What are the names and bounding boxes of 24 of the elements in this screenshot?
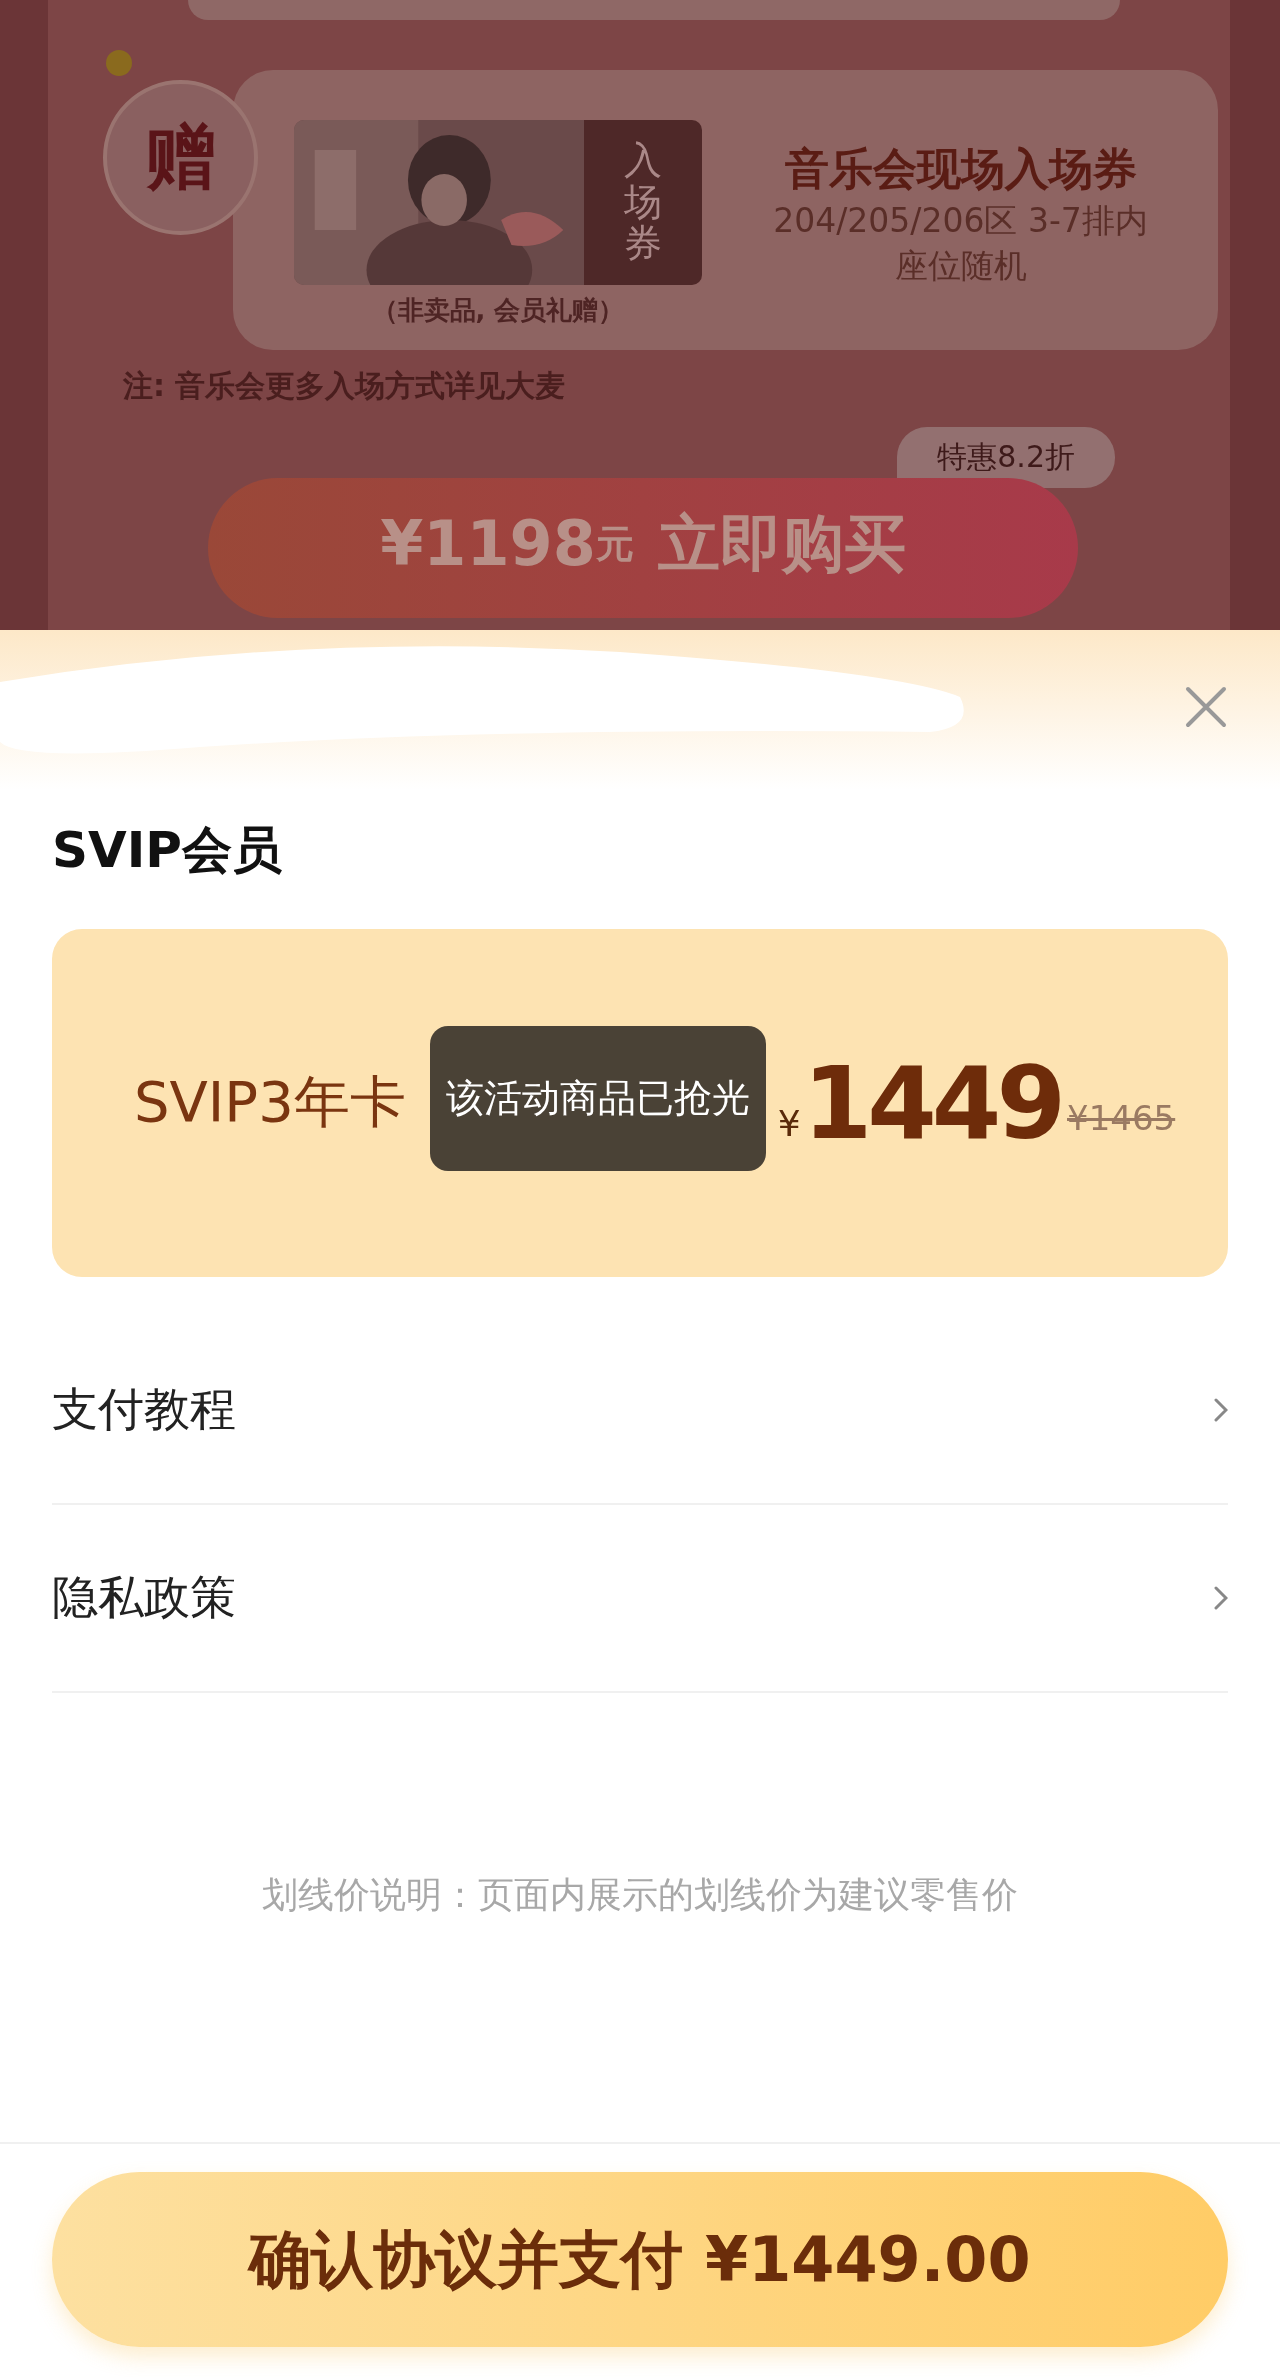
chevron-icon (1214, 1398, 1228, 1422)
plan-name: SVIP3年卡 (134, 1068, 406, 1136)
menu-row[interactable]: 隐私政策 (52, 1505, 1228, 1693)
discount-badge: 特惠8.2折 (897, 427, 1115, 488)
menu-row[interactable]: 支付教程 (52, 1317, 1228, 1505)
plan-price: 1449 (802, 1044, 1061, 1162)
ticket-stub: 入场券 (584, 120, 702, 285)
row-label: 支付教程 (52, 1381, 236, 1438)
pay-button[interactable]: 确认协议并支付 ¥1449.00 (52, 2172, 1228, 2347)
toast-message: 该活动商品已抢光 (429, 1025, 766, 1171)
coin-icon (106, 50, 132, 76)
price-note: 划线价说明：页面内展示的划线价为建议零售价 (261, 1873, 1019, 1917)
gift-caption: （非卖品, 会员礼赠） (371, 294, 625, 327)
gift-detail: 204/205/206区 3-7排内 (773, 200, 1148, 242)
chevron-icon (1214, 1586, 1228, 1610)
row-label: 隐私政策 (52, 1569, 236, 1626)
section-title: SVIP会员 (51, 820, 283, 881)
gift-detail: 座位随机 (894, 244, 1027, 287)
currency-sign: ¥ (777, 1102, 801, 1144)
plan-card[interactable]: SVIP3年卡 该活动商品已抢光 ¥1449¥1465 (52, 929, 1228, 1277)
original-price: ¥1465 (1067, 1098, 1176, 1138)
gift-badge: 赠 (103, 80, 258, 235)
gift-title: 音乐会现场入场券 (784, 142, 1137, 196)
close-icon[interactable] (1184, 685, 1228, 729)
